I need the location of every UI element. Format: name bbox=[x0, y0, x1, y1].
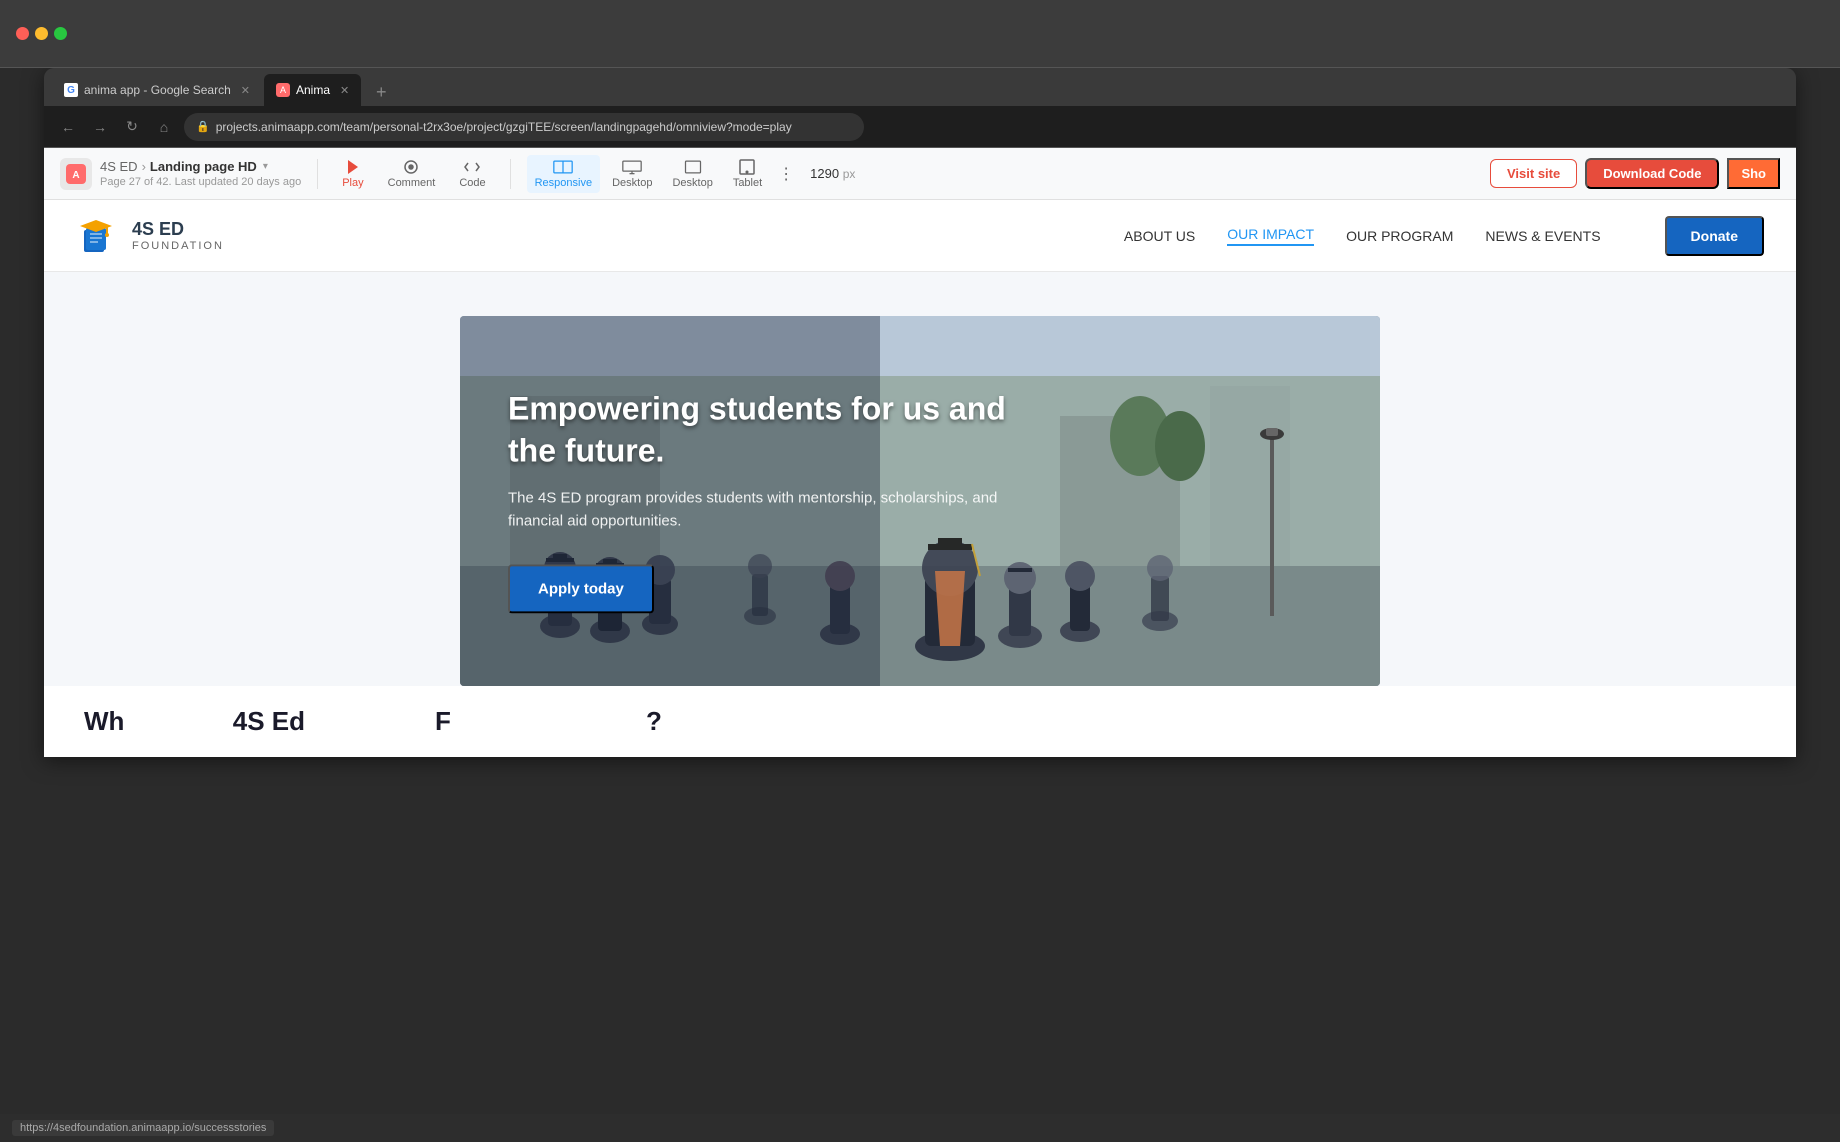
tab-google-title: anima app - Google Search bbox=[84, 83, 231, 97]
play-icon bbox=[345, 159, 361, 175]
browser-window: G anima app - Google Search ✕ A Anima ✕ … bbox=[44, 68, 1796, 757]
share-button[interactable]: Sho bbox=[1727, 158, 1780, 189]
breadcrumb-current: Landing page HD bbox=[150, 159, 257, 174]
breadcrumb-chevron-icon[interactable]: ▾ bbox=[263, 161, 268, 172]
px-display: 1290 px bbox=[810, 166, 855, 181]
code-button[interactable]: Code bbox=[451, 155, 493, 193]
toolbar-divider-1 bbox=[317, 159, 318, 189]
comment-icon bbox=[403, 159, 419, 175]
tab-anima-title: Anima bbox=[296, 83, 330, 97]
anima-logo-icon: A bbox=[66, 164, 86, 184]
more-options-button[interactable]: ⋮ bbox=[778, 164, 794, 184]
tab-anima[interactable]: A Anima ✕ bbox=[264, 74, 361, 106]
responsive-button[interactable]: Responsive bbox=[527, 155, 600, 193]
nav-our-impact[interactable]: OUR IMPACT bbox=[1227, 226, 1314, 246]
bottom-teaser-section: Wh 4S Ed F ? bbox=[44, 686, 1796, 757]
back-button[interactable]: ← bbox=[56, 115, 80, 139]
site-logo-icon bbox=[76, 212, 124, 260]
tab-anima-close[interactable]: ✕ bbox=[340, 84, 349, 97]
desktop-icon-2 bbox=[683, 159, 703, 175]
responsive-label: Responsive bbox=[535, 177, 592, 189]
hero-wrapper: Empowering students for us and the futur… bbox=[44, 272, 1796, 686]
reload-button[interactable]: ↻ bbox=[120, 115, 144, 139]
play-button[interactable]: Play bbox=[334, 155, 371, 193]
address-bar[interactable]: 🔒 projects.animaapp.com/team/personal-t2… bbox=[184, 113, 864, 141]
view-options: Responsive Desktop Desktop Tablet bbox=[527, 155, 771, 193]
url-text: projects.animaapp.com/team/personal-t2rx… bbox=[216, 120, 852, 134]
address-row: ← → ↻ ⌂ 🔒 projects.animaapp.com/team/per… bbox=[44, 106, 1796, 148]
home-button[interactable]: ⌂ bbox=[152, 115, 176, 139]
svg-text:A: A bbox=[72, 170, 79, 181]
code-icon bbox=[464, 159, 480, 175]
lock-icon: 🔒 bbox=[196, 120, 210, 133]
tablet-label: Tablet bbox=[733, 177, 762, 189]
bottom-teaser-text: Wh 4S Ed F ? bbox=[84, 706, 1756, 737]
download-code-button[interactable]: Download Code bbox=[1585, 158, 1719, 189]
logo-subtitle: FOUNDATION bbox=[132, 240, 224, 252]
hero-description: The 4S ED program provides students with… bbox=[508, 488, 1028, 533]
nav-news-events[interactable]: NEWS & EVENTS bbox=[1485, 228, 1600, 244]
desktop-icon-1 bbox=[622, 159, 642, 175]
breadcrumb-separator: › bbox=[142, 159, 146, 174]
px-value: 1290 bbox=[810, 166, 839, 181]
close-window-button[interactable] bbox=[16, 27, 29, 40]
hero-content: Empowering students for us and the futur… bbox=[508, 388, 1028, 613]
google-favicon: G bbox=[64, 83, 78, 97]
site-logo-text: 4S ED FOUNDATION bbox=[132, 219, 224, 252]
breadcrumb: 4S ED › Landing page HD ▾ bbox=[100, 159, 301, 174]
desktop-label-1: Desktop bbox=[612, 177, 652, 189]
apply-today-button[interactable]: Apply today bbox=[508, 565, 654, 614]
px-unit: px bbox=[843, 167, 856, 181]
new-tab-icon: + bbox=[376, 82, 387, 103]
hero-title: Empowering students for us and the futur… bbox=[508, 388, 1028, 471]
status-url: https://4sedfoundation.animaapp.io/succe… bbox=[12, 1120, 274, 1136]
toolbar-divider-2 bbox=[510, 159, 511, 189]
breadcrumb-root: 4S ED bbox=[100, 159, 138, 174]
comment-label: Comment bbox=[388, 177, 436, 189]
nav-our-program[interactable]: OUR PROGRAM bbox=[1346, 228, 1453, 244]
site-nav: 4S ED FOUNDATION ABOUT US OUR IMPACT OUR… bbox=[44, 200, 1796, 272]
desktop-button-2[interactable]: Desktop bbox=[664, 155, 720, 193]
code-label: Code bbox=[459, 177, 485, 189]
anima-logo: A bbox=[60, 158, 92, 190]
tablet-button[interactable]: Tablet bbox=[725, 155, 770, 193]
anima-favicon: A bbox=[276, 83, 290, 97]
tab-bar: G anima app - Google Search ✕ A Anima ✕ … bbox=[44, 68, 1796, 106]
maximize-window-button[interactable] bbox=[54, 27, 67, 40]
tab-google[interactable]: G anima app - Google Search ✕ bbox=[52, 74, 262, 106]
comment-button[interactable]: Comment bbox=[380, 155, 444, 193]
nav-about-us[interactable]: ABOUT US bbox=[1124, 228, 1195, 244]
desktop-label-2: Desktop bbox=[672, 177, 712, 189]
desktop-button-1[interactable]: Desktop bbox=[604, 155, 660, 193]
forward-button[interactable]: → bbox=[88, 115, 112, 139]
site-logo: 4S ED FOUNDATION bbox=[76, 212, 224, 260]
mac-window-chrome bbox=[0, 0, 1840, 68]
visit-site-button[interactable]: Visit site bbox=[1490, 159, 1577, 188]
traffic-lights bbox=[16, 27, 67, 40]
new-tab-button[interactable]: + bbox=[367, 78, 395, 106]
status-bar: https://4sedfoundation.animaapp.io/succe… bbox=[0, 1114, 1840, 1142]
logo-name: 4S ED bbox=[132, 219, 224, 240]
minimize-window-button[interactable] bbox=[35, 27, 48, 40]
responsive-icon bbox=[553, 159, 573, 175]
play-label: Play bbox=[342, 177, 363, 189]
donate-button[interactable]: Donate bbox=[1665, 216, 1764, 256]
site-nav-links: ABOUT US OUR IMPACT OUR PROGRAM NEWS & E… bbox=[1124, 216, 1764, 256]
anima-toolbar: A 4S ED › Landing page HD ▾ Page 27 of 4… bbox=[44, 148, 1796, 200]
page-info: Page 27 of 42. Last updated 20 days ago bbox=[100, 176, 301, 188]
site-content: 4S ED FOUNDATION ABOUT US OUR IMPACT OUR… bbox=[44, 200, 1796, 757]
hero-section: Empowering students for us and the futur… bbox=[460, 316, 1380, 686]
tablet-icon bbox=[737, 159, 757, 175]
tab-google-close[interactable]: ✕ bbox=[241, 84, 250, 97]
